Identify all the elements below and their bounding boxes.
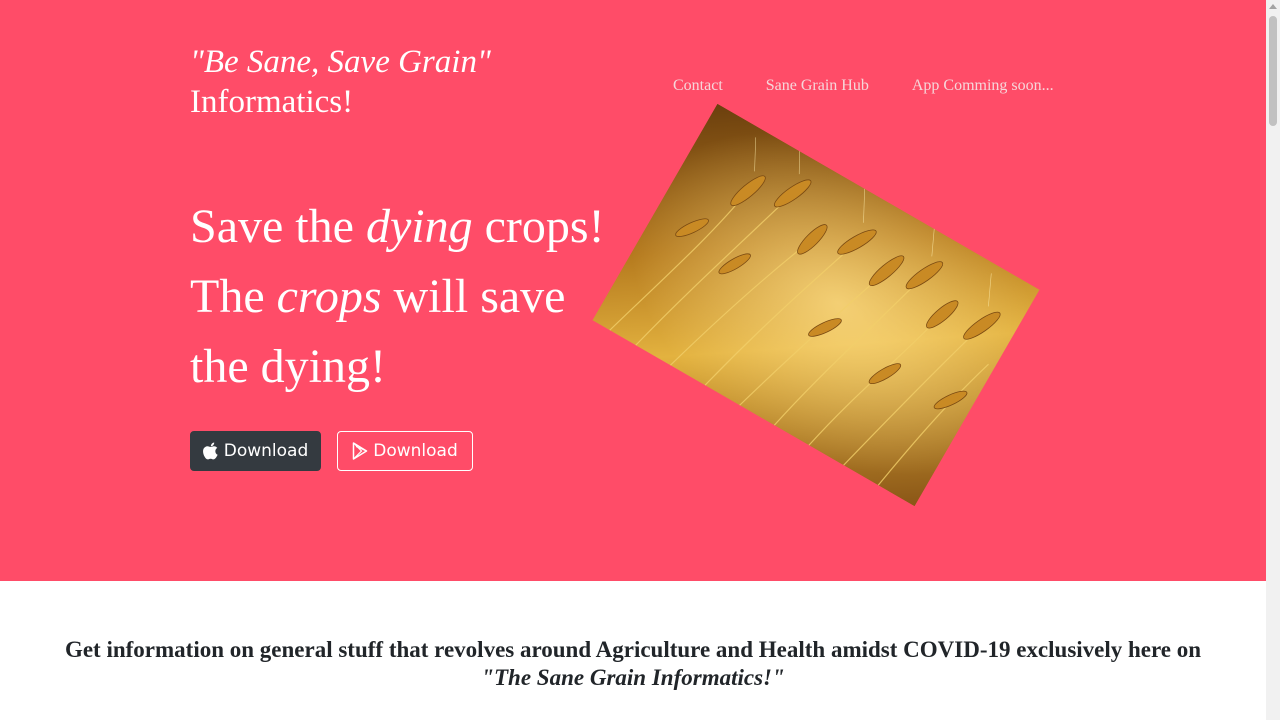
apple-download-label: Download — [223, 441, 309, 461]
scroll-up-arrow-icon[interactable] — [1269, 4, 1277, 9]
scrollbar-thumb[interactable] — [1269, 16, 1277, 126]
headline-line-1: Save the dying crops! — [190, 200, 605, 253]
apple-download-button[interactable]: Download — [190, 431, 321, 471]
brand-name: Informatics! — [190, 84, 354, 120]
info-emphasis: "The Sane Grain Informatics!" — [481, 665, 785, 690]
headline-line-3: the dying! — [190, 340, 386, 393]
google-play-download-label: Download — [373, 441, 458, 461]
brand-logo[interactable]: "Be Sane, Save Grain" Informatics! — [190, 42, 491, 122]
wheat-field-image — [592, 103, 1040, 507]
headline-line-2: The crops will save — [190, 270, 566, 323]
nav-app-coming-soon[interactable]: App Comming soon... — [912, 76, 1054, 96]
vertical-scrollbar[interactable] — [1266, 0, 1280, 720]
wheat-field-graphic — [592, 103, 1040, 507]
hero-headline: Save the dying crops! The crops will sav… — [190, 192, 620, 402]
brand-tagline: "Be Sane, Save Grain" — [190, 44, 491, 80]
nav-contact[interactable]: Contact — [673, 76, 723, 96]
hero-section: "Be Sane, Save Grain" Informatics! Conta… — [0, 0, 1266, 581]
main-nav: Contact Sane Grain Hub App Comming soon.… — [673, 76, 1054, 96]
google-play-download-button[interactable]: Download — [337, 431, 473, 471]
google-play-icon — [352, 442, 368, 460]
page: "Be Sane, Save Grain" Informatics! Conta… — [0, 0, 1280, 720]
info-text: Get information on general stuff that re… — [0, 636, 1266, 692]
nav-sane-grain-hub[interactable]: Sane Grain Hub — [766, 76, 869, 96]
apple-icon — [202, 442, 218, 460]
info-main-text: Get information on general stuff that re… — [64, 637, 1202, 662]
